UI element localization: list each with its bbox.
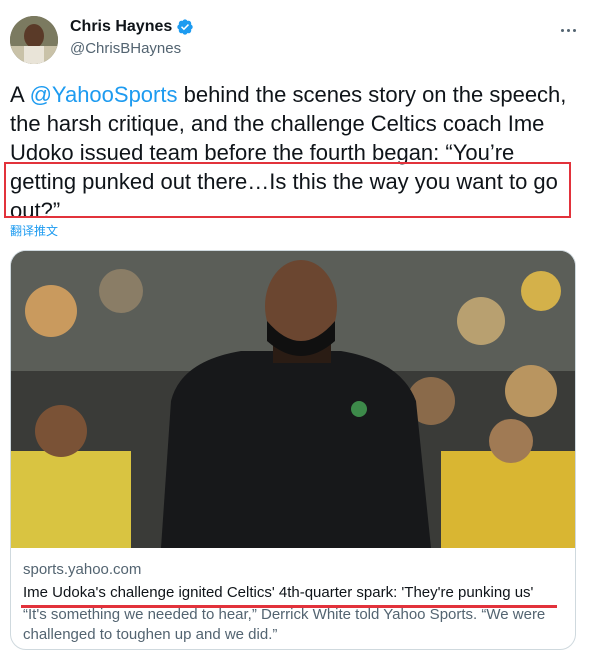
- card-title[interactable]: Ime Udoka's challenge ignited Celtics' 4…: [23, 584, 563, 601]
- mention-link[interactable]: @YahooSports: [30, 82, 178, 107]
- link-preview-card[interactable]: sports.yahoo.com Ime Udoka's challenge i…: [10, 250, 576, 650]
- tweet-header: Chris Haynes @ChrisBHaynes: [10, 12, 580, 64]
- author-handle[interactable]: @ChrisBHaynes: [70, 40, 181, 57]
- title-underline-annotation: [21, 605, 557, 608]
- avatar[interactable]: [10, 16, 58, 64]
- translate-tweet-link[interactable]: 翻译推文: [10, 222, 58, 239]
- author-name[interactable]: Chris Haynes: [70, 18, 172, 36]
- more-options-icon[interactable]: [556, 18, 580, 42]
- card-description: “It's something we needed to hear,” Derr…: [23, 606, 546, 643]
- quote-highlight-box: [4, 162, 571, 218]
- tweet-text-prefix: A: [10, 82, 30, 107]
- verified-badge-icon: [176, 18, 194, 36]
- card-image[interactable]: [11, 251, 575, 548]
- card-domain: sports.yahoo.com: [23, 561, 142, 578]
